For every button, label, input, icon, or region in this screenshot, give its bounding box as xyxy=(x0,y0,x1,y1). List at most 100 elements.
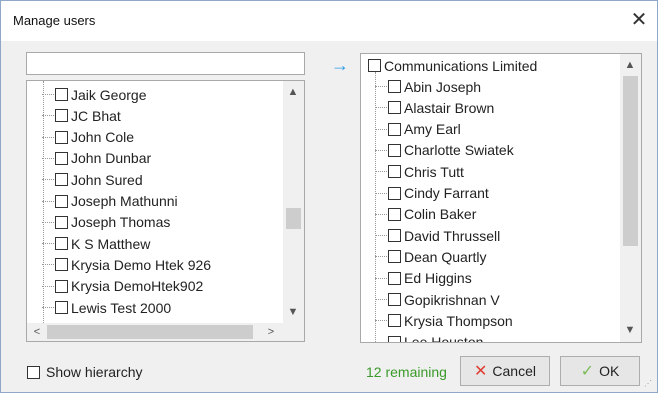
cancel-button[interactable]: ✕ Cancel xyxy=(460,356,550,386)
show-hierarchy-label: Show hierarchy xyxy=(46,364,143,380)
scroll-thumb[interactable] xyxy=(47,325,253,339)
item-label: Joseph Thomas xyxy=(71,214,171,231)
scroll-up-icon[interactable]: ▲ xyxy=(622,57,638,73)
remaining-count: 12 remaining xyxy=(366,364,447,380)
tree-connector xyxy=(42,243,54,245)
scroll-down-icon[interactable]: ▼ xyxy=(622,322,638,338)
item-checkbox[interactable] xyxy=(55,279,68,293)
list-item[interactable]: Joseph Thomas xyxy=(55,212,170,233)
list-item[interactable]: Jaik George xyxy=(55,84,146,105)
tree-connector xyxy=(375,149,387,151)
list-item[interactable]: David Thrussell xyxy=(388,225,500,246)
selected-users-list[interactable]: Communications Limited Abin Joseph Alasta… xyxy=(360,53,642,343)
item-checkbox[interactable] xyxy=(55,237,68,251)
list-item[interactable]: Joseph Mathunni xyxy=(55,191,178,212)
list-item[interactable]: John Dunbar xyxy=(55,148,151,169)
show-hierarchy-checkbox[interactable] xyxy=(27,365,40,379)
list-item[interactable]: Lee Houston xyxy=(388,332,483,342)
item-checkbox[interactable] xyxy=(55,215,68,229)
tree-connector xyxy=(42,115,54,117)
list-item[interactable]: K S Matthew xyxy=(55,233,150,254)
item-checkbox[interactable] xyxy=(55,130,68,144)
list-item[interactable]: Krysia Demo Htek 926 xyxy=(55,254,211,275)
scroll-down-icon[interactable]: ▼ xyxy=(285,304,301,320)
list-item[interactable]: Alastair Brown xyxy=(388,97,494,118)
list-item[interactable]: Chris Tutt xyxy=(388,161,464,182)
left-horizontal-scrollbar[interactable]: < > xyxy=(27,323,304,341)
list-item[interactable]: Colin Baker xyxy=(388,204,476,225)
tree-connector xyxy=(42,264,54,266)
list-item[interactable]: Dean Quartly xyxy=(388,246,486,267)
item-label: John Sured xyxy=(71,171,143,188)
item-checkbox[interactable] xyxy=(388,80,401,93)
item-checkbox[interactable] xyxy=(388,250,401,264)
close-icon[interactable]: ✕ xyxy=(627,9,651,33)
list-item[interactable]: Ed Higgins xyxy=(388,268,472,289)
scroll-right-icon[interactable]: > xyxy=(263,324,279,340)
tree-connector xyxy=(42,285,54,287)
item-checkbox[interactable] xyxy=(388,271,401,285)
item-checkbox[interactable] xyxy=(55,109,68,123)
list-item[interactable]: John Sured xyxy=(55,169,143,190)
item-checkbox[interactable] xyxy=(388,314,401,328)
item-checkbox[interactable] xyxy=(55,88,68,101)
tree-connector xyxy=(42,157,54,159)
list-item[interactable]: Krysia Thompson xyxy=(388,310,513,331)
dialog-title: Manage users xyxy=(13,13,96,28)
item-checkbox[interactable] xyxy=(55,258,68,272)
show-hierarchy-toggle[interactable]: Show hierarchy xyxy=(27,364,143,380)
tree-connector xyxy=(375,192,387,194)
list-item[interactable]: Lewis Test 2000 xyxy=(55,297,171,318)
item-checkbox[interactable] xyxy=(55,194,68,208)
item-label: Dean Quartly xyxy=(404,248,487,265)
root-checkbox[interactable] xyxy=(368,59,381,72)
tree-connector xyxy=(375,171,387,173)
item-label: Krysia Demo Htek 926 xyxy=(71,256,212,273)
item-label: Ed Higgins xyxy=(404,270,472,287)
right-vertical-scrollbar[interactable]: ▲ ▼ xyxy=(620,54,641,342)
available-users-list[interactable]: Jaik George JC Bhat John Cole John Dunbar Jo… xyxy=(26,80,305,342)
scroll-left-icon[interactable]: < xyxy=(29,324,45,340)
list-item[interactable]: Krysia DemoHtek902 xyxy=(55,276,203,297)
tree-connector xyxy=(42,221,54,223)
item-label: Krysia DemoHtek902 xyxy=(71,278,204,295)
tree-connector xyxy=(375,213,387,215)
list-item[interactable]: Amy Earl xyxy=(388,119,461,140)
item-checkbox[interactable] xyxy=(388,293,401,306)
list-item[interactable]: Gopikrishnan V xyxy=(388,289,500,310)
scroll-thumb[interactable] xyxy=(286,208,301,229)
item-checkbox[interactable] xyxy=(388,165,401,179)
item-checkbox[interactable] xyxy=(388,101,401,115)
list-item[interactable]: JC Bhat xyxy=(55,105,121,126)
scroll-up-icon[interactable]: ▲ xyxy=(285,84,301,100)
item-checkbox[interactable] xyxy=(55,301,68,314)
item-checkbox[interactable] xyxy=(388,143,401,157)
tree-connector xyxy=(375,320,387,322)
list-item[interactable]: Abin Joseph xyxy=(388,76,481,97)
list-item[interactable]: Charlotte Swiatek xyxy=(388,140,514,161)
list-item[interactable]: John Cole xyxy=(55,127,134,148)
tree-root-node[interactable]: Communications Limited xyxy=(368,55,537,76)
item-label: K S Matthew xyxy=(71,235,151,252)
item-checkbox[interactable] xyxy=(388,335,401,342)
item-checkbox[interactable] xyxy=(388,122,401,136)
tree-connector xyxy=(43,81,44,333)
ok-label: OK xyxy=(599,363,620,379)
cancel-x-icon: ✕ xyxy=(474,363,488,380)
tree-connector xyxy=(42,136,54,138)
ok-button[interactable]: ✓ OK xyxy=(560,356,640,386)
list-item[interactable]: Cindy Farrant xyxy=(388,183,489,204)
left-vertical-scrollbar[interactable]: ▲ ▼ xyxy=(283,81,304,323)
item-label: John Cole xyxy=(71,129,135,146)
item-label: Charlotte Swiatek xyxy=(404,142,514,159)
resize-grip-icon[interactable]: ⋰ xyxy=(644,379,654,389)
tree-connector xyxy=(375,107,387,109)
item-checkbox[interactable] xyxy=(55,151,68,165)
item-checkbox[interactable] xyxy=(388,207,401,221)
scroll-thumb[interactable] xyxy=(623,76,638,246)
item-checkbox[interactable] xyxy=(388,229,401,243)
item-checkbox[interactable] xyxy=(388,186,401,200)
item-checkbox[interactable] xyxy=(55,173,68,187)
tree-connector xyxy=(375,235,387,237)
search-input[interactable] xyxy=(26,52,305,75)
